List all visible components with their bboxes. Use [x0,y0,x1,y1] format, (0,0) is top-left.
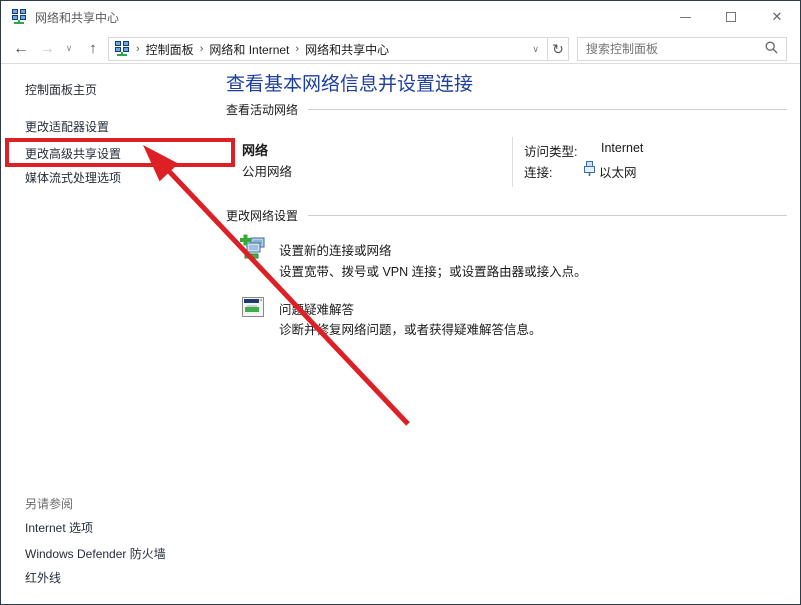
network-sharing-center-window: 网络和共享中心 ✕ ← → ∨ ↑ › 控制面板 [0,0,801,605]
setup-new-connection-description: 设置宽带、拨号或 VPN 连接；或设置路由器或接入点。 [279,261,587,280]
troubleshoot-icon [242,296,264,321]
sidebar-item-internet-options[interactable]: Internet 选项 [25,519,93,536]
network-name: 网络 [242,140,268,159]
page-title: 查看基本网络信息并设置连接 [226,69,473,96]
close-button[interactable]: ✕ [754,1,800,33]
navigation-toolbar: ← → ∨ ↑ › 控制面板 › 网络和 Internet › 网络和共享中心 [1,33,800,64]
refresh-button[interactable]: ↻ [548,41,568,58]
back-button[interactable]: ← [9,33,33,64]
troubleshoot-description: 诊断并修复网络问题，或者获得疑难解答信息。 [279,319,542,338]
title-bar: 网络和共享中心 ✕ [1,1,800,33]
search-box [577,37,787,61]
window-controls: ✕ [662,1,800,33]
troubleshoot-link[interactable]: 问题疑难解答 [279,299,354,318]
ethernet-link[interactable]: 以太网 [599,162,637,181]
window-title: 网络和共享中心 [35,9,119,26]
sidebar-item-infrared[interactable]: 红外线 [25,569,61,586]
minimize-button[interactable] [662,1,708,33]
sidebar-item-control-panel-home[interactable]: 控制面板主页 [25,81,97,98]
maximize-button[interactable] [708,1,754,33]
network-app-icon [11,9,27,25]
breadcrumb-item-network-internet[interactable]: 网络和 Internet [209,41,289,58]
network-app-icon-small [114,41,130,57]
network-type: 公用网络 [242,161,292,180]
ethernet-icon [584,161,595,179]
active-networks-section-title: 查看活动网络 [226,101,298,118]
access-type-label: 访问类型: [524,141,577,160]
sidebar-item-windows-defender-firewall[interactable]: Windows Defender 防火墙 [25,545,166,562]
breadcrumb-separator-icon: › [130,43,146,55]
active-networks-section-header: 查看活动网络 [226,101,787,118]
access-type-value: Internet [601,141,643,155]
forward-button[interactable]: → [35,33,59,64]
address-bar[interactable]: › 控制面板 › 网络和 Internet › 网络和共享中心 ∨ ↻ [108,37,569,61]
sidebar-item-change-advanced-sharing-settings[interactable]: 更改高级共享设置 [25,145,121,162]
search-input[interactable] [578,42,765,56]
change-settings-section-title: 更改网络设置 [226,207,298,224]
up-button[interactable]: ↑ [81,33,105,64]
sidebar-item-change-adapter-settings[interactable]: 更改适配器设置 [25,118,109,135]
setup-new-connection-link[interactable]: 设置新的连接或网络 [279,240,392,259]
breadcrumb-separator-icon: › [289,43,305,55]
section-rule [308,109,787,110]
recent-pages-chevron-icon[interactable]: ∨ [61,33,77,64]
sidebar-item-media-streaming-options[interactable]: 媒体流式处理选项 [25,169,121,186]
address-dropdown-chevron-icon[interactable]: ∨ [524,44,547,55]
active-network-divider [512,137,513,187]
breadcrumb-separator-icon: › [194,43,210,55]
see-also-heading: 另请参阅 [25,495,73,512]
breadcrumb-item-network-sharing-center[interactable]: 网络和共享中心 [305,41,389,58]
search-icon[interactable] [765,41,778,57]
section-rule [308,215,787,216]
change-settings-section-header: 更改网络设置 [226,207,787,224]
connections-label: 连接: [524,162,552,181]
breadcrumb-item-control-panel[interactable]: 控制面板 [146,41,194,58]
new-connection-icon [239,233,267,264]
